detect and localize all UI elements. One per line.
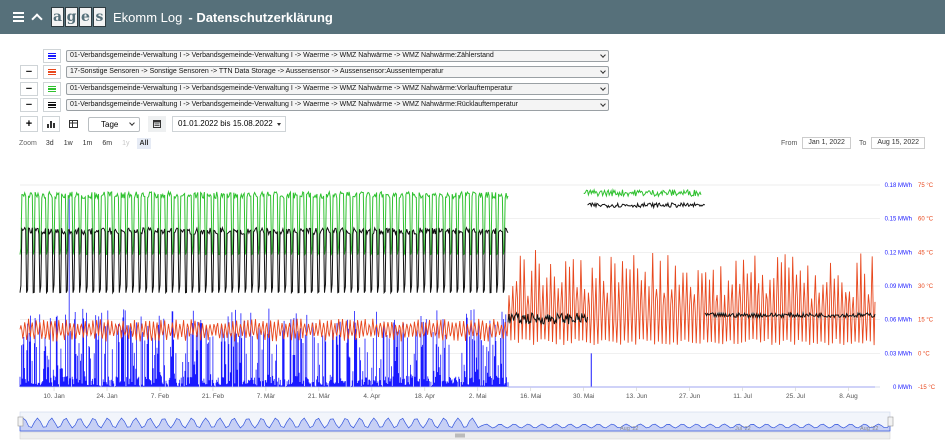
y-tick-label-energy: 0.06 MWh — [885, 318, 912, 324]
x-tick-label: 30. Mai — [573, 393, 594, 400]
x-tick-label: 25. Jul — [786, 393, 806, 400]
y-tick-label-energy: 0 MWh — [893, 385, 912, 391]
y-tick-label-temperature: -15 °C — [918, 385, 936, 391]
x-tick-label: 21. Mär — [308, 393, 331, 400]
navigator-handle[interactable] — [17, 416, 24, 427]
x-tick-label: 13. Jun — [626, 393, 648, 400]
x-tick-label: 18. Apr — [414, 393, 435, 400]
x-tick-label: 7. Mär — [257, 393, 276, 400]
y-tick-label-temperature: 15 °C — [918, 318, 934, 324]
line-chart[interactable]: 0 MWh 0.03 MWh 0.06 MWh 0.09 MWh 0.12 MWh 0.1… — [0, 0, 945, 441]
y-tick-label-energy: 0.15 MWh — [885, 217, 912, 223]
navigator-handle[interactable] — [887, 416, 894, 427]
series-line-return-temperature — [587, 201, 706, 210]
x-tick-label: 4. Apr — [363, 393, 381, 400]
navigator-label: Aug '22 — [620, 426, 638, 432]
y-tick-label-temperature: 60 °C — [918, 217, 934, 223]
y-tick-label-temperature: 45 °C — [918, 250, 934, 256]
x-tick-label: 10. Jan — [43, 393, 65, 400]
y-tick-label-energy: 0.18 MWh — [885, 183, 912, 189]
y-tick-label-energy: 0.09 MWh — [885, 284, 912, 290]
y-tick-label-energy: 0.12 MWh — [885, 250, 912, 256]
series-line-supply-temperature — [583, 188, 702, 198]
scrollbar-thumb[interactable] — [455, 433, 465, 438]
chart-series — [19, 188, 876, 388]
x-axis-labels: 10. Jan 24. Jan 7. Feb 21. Feb 7. Mär 21. Mär… — [20, 386, 880, 400]
navigator-label: Jul '22 — [735, 426, 751, 432]
series-line-energy-flat — [508, 353, 875, 388]
x-tick-label: 7. Feb — [151, 393, 170, 400]
x-tick-label: 2. Mai — [469, 393, 487, 400]
range-navigator[interactable]: Aug '22 Jul '22 Aug '22 — [17, 411, 894, 440]
navigator-label: Aug '22 — [860, 426, 878, 432]
series-line-outdoor-temperature — [19, 249, 876, 346]
y-tick-label-energy: 0.03 MWh — [885, 351, 912, 357]
x-tick-label: 11. Jul — [733, 393, 752, 400]
y-axis-labels: 0 MWh 0.03 MWh 0.06 MWh 0.09 MWh 0.12 MWh 0.1… — [885, 183, 936, 391]
y-tick-label-temperature: 30 °C — [918, 284, 934, 290]
series-line-return-temperature — [19, 225, 509, 295]
y-tick-label-temperature: 0 °C — [918, 351, 930, 357]
y-tick-label-temperature: 75 °C — [918, 183, 934, 189]
x-tick-label: 24. Jan — [96, 393, 118, 400]
x-tick-label: 27. Jun — [679, 393, 701, 400]
x-tick-label: 21. Feb — [202, 393, 224, 400]
x-tick-label: 8. Aug — [839, 393, 858, 400]
x-tick-label: 16. Mai — [520, 393, 541, 400]
